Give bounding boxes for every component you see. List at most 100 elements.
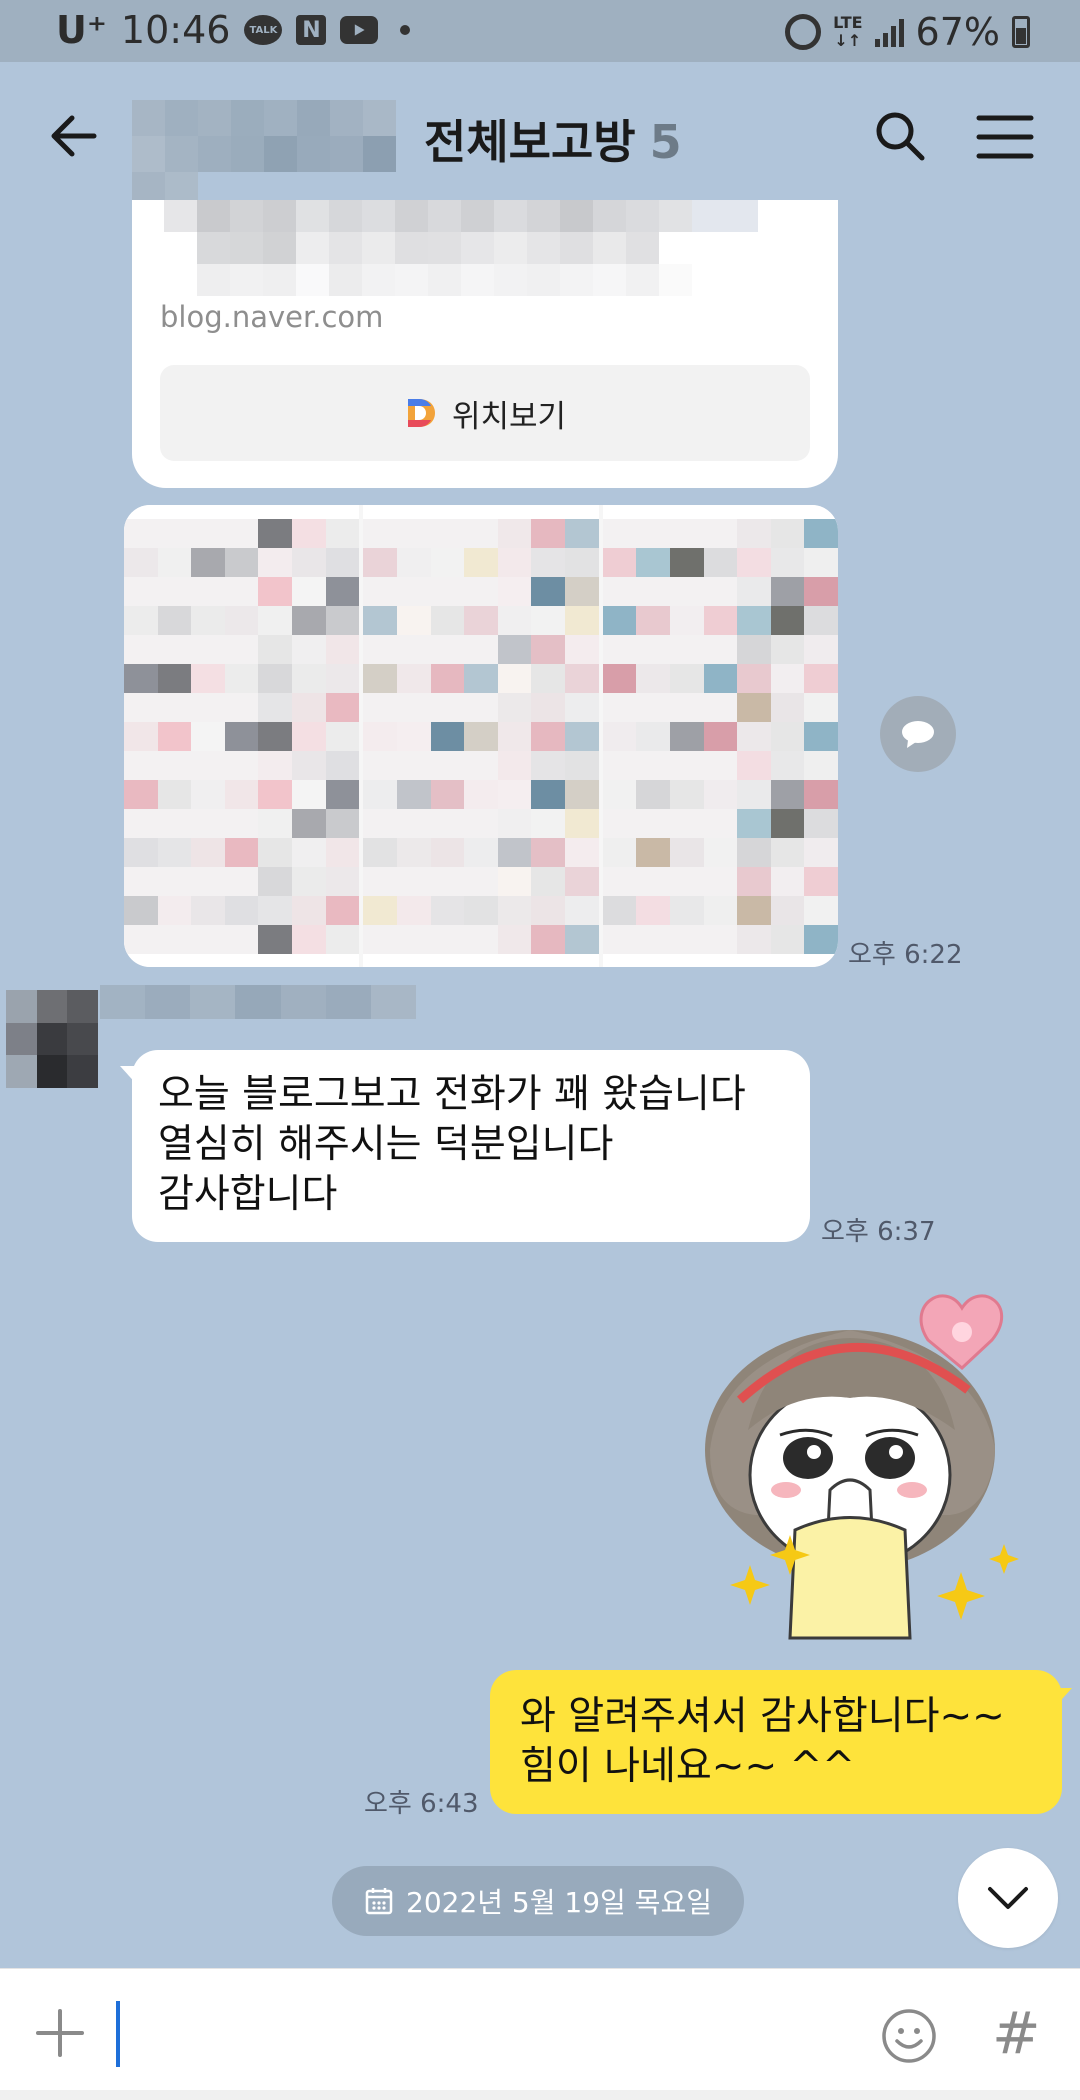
redacted-pixel <box>602 867 637 896</box>
redacted-pixel <box>157 751 192 780</box>
redacted-pixel <box>325 751 360 780</box>
alarm-icon <box>785 14 822 50</box>
redacted-pixel <box>737 780 771 809</box>
redacted-pixel <box>363 751 397 780</box>
received-message-bubble[interactable]: 오늘 블로그보고 전화가 꽤 왔습니다 열심히 해주시는 덕분입니다 감사합니다 <box>120 1050 810 1242</box>
redacted-pixel <box>124 519 158 548</box>
link-preview-card[interactable]: blog.naver.com 위치보기 <box>132 200 838 488</box>
redacted-pixel <box>258 693 293 722</box>
redacted-pixel <box>124 867 158 896</box>
redacted-pixel <box>258 635 293 664</box>
redacted-pixel <box>804 751 838 780</box>
redacted-pixel <box>531 780 566 809</box>
emoticon-icon[interactable] <box>880 2007 938 2065</box>
redacted-pixel <box>325 635 360 664</box>
redacted-pixel <box>669 780 704 809</box>
redacted-pixel <box>770 664 805 693</box>
redacted-pixel <box>224 664 259 693</box>
avatar[interactable] <box>6 990 98 1088</box>
redacted-pixel <box>430 519 465 548</box>
redacted-pixel <box>497 780 532 809</box>
redacted-pixel <box>325 519 360 548</box>
kakaotalk-notification-icon: TALK <box>244 15 283 45</box>
hashtag-search-button[interactable]: # <box>992 1999 1041 2067</box>
redacted-pixel <box>804 809 838 838</box>
redacted-pixel <box>325 925 360 954</box>
message-input[interactable] <box>112 1997 852 2073</box>
redacted-pixel <box>602 780 637 809</box>
redacted-pixel <box>430 896 465 925</box>
redacted-pixel <box>770 635 805 664</box>
redacted-pixel <box>224 577 259 606</box>
back-arrow-icon[interactable] <box>44 106 104 166</box>
redacted-pixel <box>636 925 670 954</box>
redacted-pixel <box>396 751 431 780</box>
scroll-to-bottom-button[interactable] <box>958 1848 1058 1948</box>
redacted-pixel <box>191 577 225 606</box>
redacted-pixel <box>565 925 599 954</box>
bottom-edge <box>0 2090 1080 2100</box>
redacted-pixel <box>565 606 599 635</box>
redacted-pixel <box>191 519 225 548</box>
redacted-pixel <box>325 838 360 867</box>
photo-thumbnail[interactable] <box>124 505 360 967</box>
redacted-pixel <box>497 693 532 722</box>
emoticon-sticker[interactable] <box>700 1280 1046 1640</box>
photo-thumbnail[interactable] <box>363 505 599 967</box>
plus-icon[interactable] <box>34 2007 86 2059</box>
message-timestamp: 오후 6:22 <box>848 940 963 970</box>
redacted-pixel <box>258 664 293 693</box>
share-message-button[interactable] <box>880 696 956 772</box>
redacted-pixel <box>363 693 397 722</box>
search-icon[interactable] <box>872 108 928 164</box>
photo-album-message[interactable] <box>124 505 838 967</box>
redacted-pixel <box>124 925 158 954</box>
redacted-pixel <box>325 664 360 693</box>
redacted-pixel <box>602 751 637 780</box>
redacted-pixel <box>430 751 465 780</box>
redacted-pixel <box>636 722 670 751</box>
redacted-pixel <box>602 606 637 635</box>
sent-message-bubble[interactable]: 와 알려주셔서 감사합니다~~ 힘이 나네요~~ ^^ <box>490 1670 1072 1814</box>
redacted-pixel <box>636 896 670 925</box>
view-location-button[interactable]: 위치보기 <box>160 365 810 461</box>
redacted-pixel <box>157 548 192 577</box>
redacted-pixel <box>565 693 599 722</box>
redacted-pixel <box>464 635 498 664</box>
date-label: 2022년 5월 19일 목요일 <box>406 1886 712 1919</box>
redacted-pixel <box>224 635 259 664</box>
redacted-pixel <box>396 693 431 722</box>
room-name: 전체보고방 <box>424 115 636 169</box>
menu-icon[interactable] <box>976 112 1034 162</box>
redacted-pixel <box>191 867 225 896</box>
chat-header: 전체보고방 5 <box>0 62 1080 212</box>
redacted-pixel <box>737 751 771 780</box>
redacted-pixel <box>804 635 838 664</box>
redacted-pixel <box>191 925 225 954</box>
redacted-pixel <box>124 809 158 838</box>
redacted-pixel <box>292 751 326 780</box>
redacted-pixel <box>669 722 704 751</box>
redacted-pixel <box>636 751 670 780</box>
redacted-pixel <box>363 838 397 867</box>
redacted-pixel <box>804 896 838 925</box>
redacted-pixel <box>224 867 259 896</box>
member-count: 5 <box>649 115 682 169</box>
photo-thumbnail[interactable] <box>602 505 838 967</box>
redacted-pixel <box>703 519 738 548</box>
redacted-pixel <box>396 809 431 838</box>
redacted-pixel <box>602 548 637 577</box>
redacted-pixel <box>497 896 532 925</box>
more-notifications-dot-icon <box>400 25 411 35</box>
redacted-pixel <box>258 577 293 606</box>
redacted-pixel <box>737 606 771 635</box>
redacted-pixel <box>258 838 293 867</box>
redacted-pixel <box>531 548 566 577</box>
status-bar: U⁺ 10:46 TALK N LTE ↓↑ 67% <box>0 0 1080 62</box>
redacted-pixel <box>669 838 704 867</box>
redacted-pixel <box>258 925 293 954</box>
redacted-pixel <box>497 635 532 664</box>
redacted-pixel <box>363 896 397 925</box>
redacted-pixel <box>565 548 599 577</box>
redacted-pixel <box>325 693 360 722</box>
